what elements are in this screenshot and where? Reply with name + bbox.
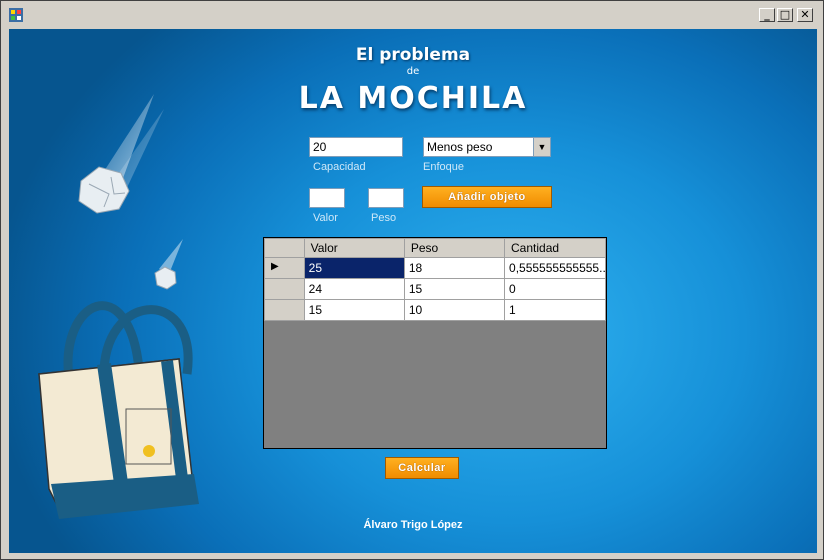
table-row[interactable]: 15 10 1 — [264, 299, 606, 321]
table-cell[interactable]: 15 — [303, 299, 405, 321]
capacidad-input[interactable] — [309, 137, 403, 157]
main-window: _ □ ✕ El problema de LA MOCHILA 20 Capac… — [0, 0, 824, 560]
row-header[interactable]: ▶ — [264, 257, 305, 279]
enfoque-select[interactable]: Menos peso ▼ — [423, 137, 551, 157]
maximize-button[interactable]: □ — [777, 8, 793, 22]
valor-input[interactable] — [309, 188, 345, 208]
peso-input[interactable] — [368, 188, 404, 208]
table-cell[interactable]: 0,555555555555... — [504, 257, 606, 279]
tote-bag-illustration — [38, 301, 199, 519]
column-header-peso[interactable]: Peso — [403, 238, 506, 258]
column-header-valor[interactable]: Valor — [303, 238, 405, 258]
row-header[interactable] — [264, 299, 305, 321]
table-cell[interactable]: 10 — [403, 299, 506, 321]
app-client-area: El problema de LA MOCHILA Capacidad Meno… — [9, 29, 817, 553]
table-row[interactable]: 24 15 0 — [264, 278, 606, 300]
current-row-icon: ▶ — [271, 261, 279, 272]
enfoque-label: Enfoque — [423, 161, 464, 173]
title-bar[interactable]: _ □ ✕ — [5, 5, 819, 27]
table-cell[interactable]: 0 — [504, 278, 606, 300]
calculate-button[interactable]: Calcular — [385, 457, 459, 479]
title-line-2: de — [406, 66, 420, 77]
table-row[interactable]: ▶ 25 18 0,555555555555... — [264, 257, 606, 279]
title-line-1: El problema — [355, 45, 471, 65]
chevron-down-icon[interactable]: ▼ — [533, 138, 550, 156]
table-cell[interactable]: 24 — [303, 278, 405, 300]
table-cell[interactable]: 18 — [403, 257, 506, 279]
row-header[interactable] — [264, 278, 305, 300]
author-credit: Álvaro Trigo López — [363, 519, 463, 531]
peso-label: Peso — [371, 212, 397, 224]
valor-label: Valor — [313, 212, 338, 224]
table-cell[interactable]: 1 — [504, 299, 606, 321]
table-cell[interactable]: 25 — [303, 257, 405, 279]
add-object-button[interactable]: Añadir objeto — [422, 186, 552, 208]
data-grid[interactable]: Valor Peso Cantidad ▶ 25 18 0,5555555555… — [263, 237, 607, 449]
app-icon — [9, 8, 23, 22]
close-button[interactable]: ✕ — [797, 8, 813, 22]
row-header-corner — [264, 238, 305, 258]
column-header-cantidad[interactable]: Cantidad — [504, 238, 606, 258]
capacidad-label: Capacidad — [313, 161, 366, 173]
enfoque-value: Menos peso — [427, 140, 493, 154]
page-title: LA MOCHILA — [298, 81, 528, 116]
minimize-button[interactable]: _ — [759, 8, 775, 22]
table-cell[interactable]: 15 — [403, 278, 506, 300]
